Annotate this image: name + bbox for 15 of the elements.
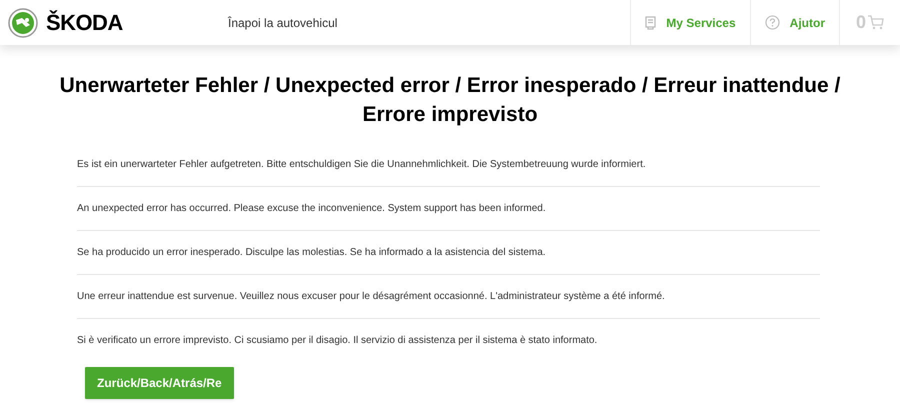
back-link[interactable]: Înapoi la autovehicul xyxy=(228,14,338,32)
error-message: Une erreur inattendue est survenue. Veuillez nous excuser pour le désagrément occasionné. L'administrateur système a été informé. xyxy=(77,275,820,319)
logo-icon xyxy=(8,8,38,38)
help-icon xyxy=(764,15,780,30)
error-message: An unexpected error has occurred. Please excuse the inconvenience. System support has been informed. xyxy=(77,187,820,231)
page-title: Unerwarteter Fehler / Unexpected error / Error inesperado / Erreur inattendue / Errore imprevisto xyxy=(58,73,842,128)
error-message: Si è verificato un errore imprevisto. Ci scusiamo per il disagio. Il servizio di assistenza per il sistema è stato informato. xyxy=(77,334,598,348)
cart-icon xyxy=(868,15,884,30)
nav-link[interactable]: Ajutor xyxy=(750,0,839,45)
error-message: Es ist ein unerwarteter Fehler aufgetreten. Bitte entschuldigen Sie die Unannehmlichkeit. Die Systembetreuung wurde informiert. xyxy=(77,143,820,187)
nav-link[interactable]: My Services xyxy=(630,0,750,45)
brand-name: ŠKODA xyxy=(46,9,123,37)
document-icon xyxy=(645,16,656,30)
error-message: Se ha producido un error inesperado. Disculpe las molestias. Se ha informado a la asistencia del sistema. xyxy=(77,231,820,275)
back-button[interactable]: Zurück/Back/Atrás/Re xyxy=(85,367,234,399)
